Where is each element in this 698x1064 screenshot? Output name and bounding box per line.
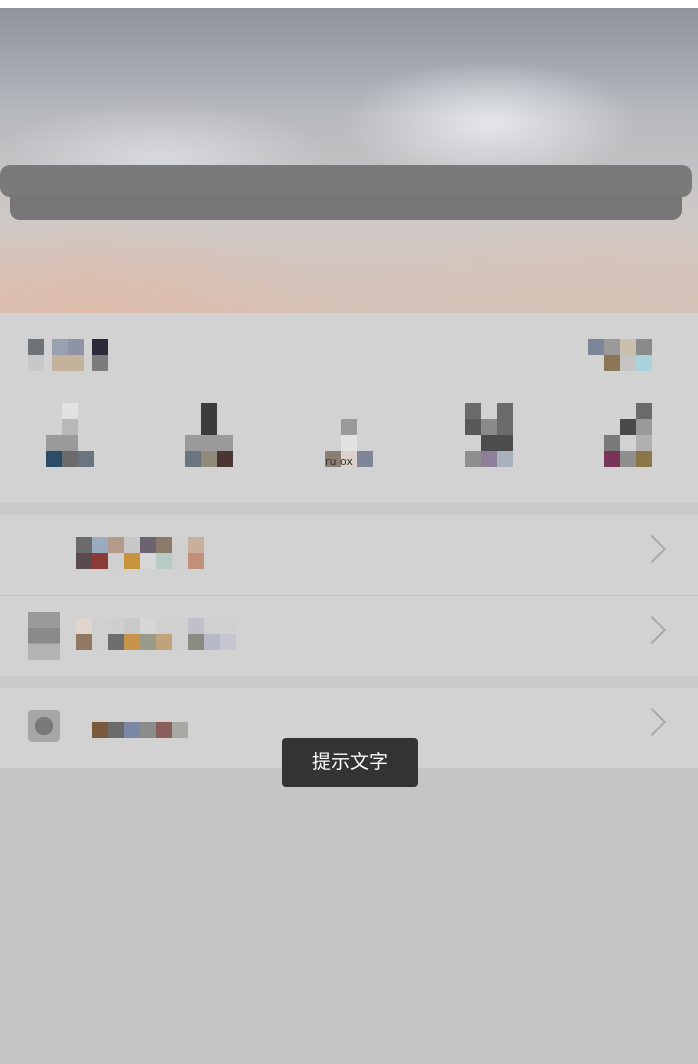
quick-actions-panel: ru ox (0, 313, 698, 503)
chevron-right-icon (637, 615, 667, 645)
chevron-right-icon (637, 707, 667, 737)
status-strip (0, 0, 698, 8)
action-4-icon (464, 403, 513, 473)
search-bar[interactable] (0, 165, 692, 197)
action-5-icon (604, 403, 653, 473)
menu-item-2[interactable] (0, 596, 698, 676)
section-divider (0, 503, 698, 515)
quick-action-1[interactable] (0, 403, 140, 473)
menu-item-2-icon (28, 612, 60, 660)
menu-item-2-label (76, 618, 236, 650)
menu-item-1[interactable] (0, 515, 698, 595)
action-3-icon: ru ox (324, 403, 373, 473)
quick-action-2[interactable] (140, 403, 280, 473)
quick-action-5[interactable] (558, 403, 698, 473)
menu-item-3-icon (28, 710, 60, 742)
toast-message: 提示文字 (282, 738, 418, 787)
quick-action-3[interactable]: ru ox (279, 403, 419, 473)
action-3-label: ru ox (324, 455, 353, 468)
search-bar-shadow (10, 194, 682, 220)
quick-action-4[interactable] (419, 403, 559, 473)
menu-item-1-label (76, 537, 204, 569)
header-banner (0, 8, 698, 313)
chevron-right-icon (637, 534, 667, 564)
menu-item-3-label (92, 722, 188, 738)
menu-item-1-icon (28, 537, 60, 569)
section-title (28, 339, 108, 371)
section-more-link[interactable] (588, 339, 652, 371)
action-1-icon (45, 403, 94, 473)
action-2-icon (185, 403, 234, 473)
section-divider (0, 676, 698, 688)
